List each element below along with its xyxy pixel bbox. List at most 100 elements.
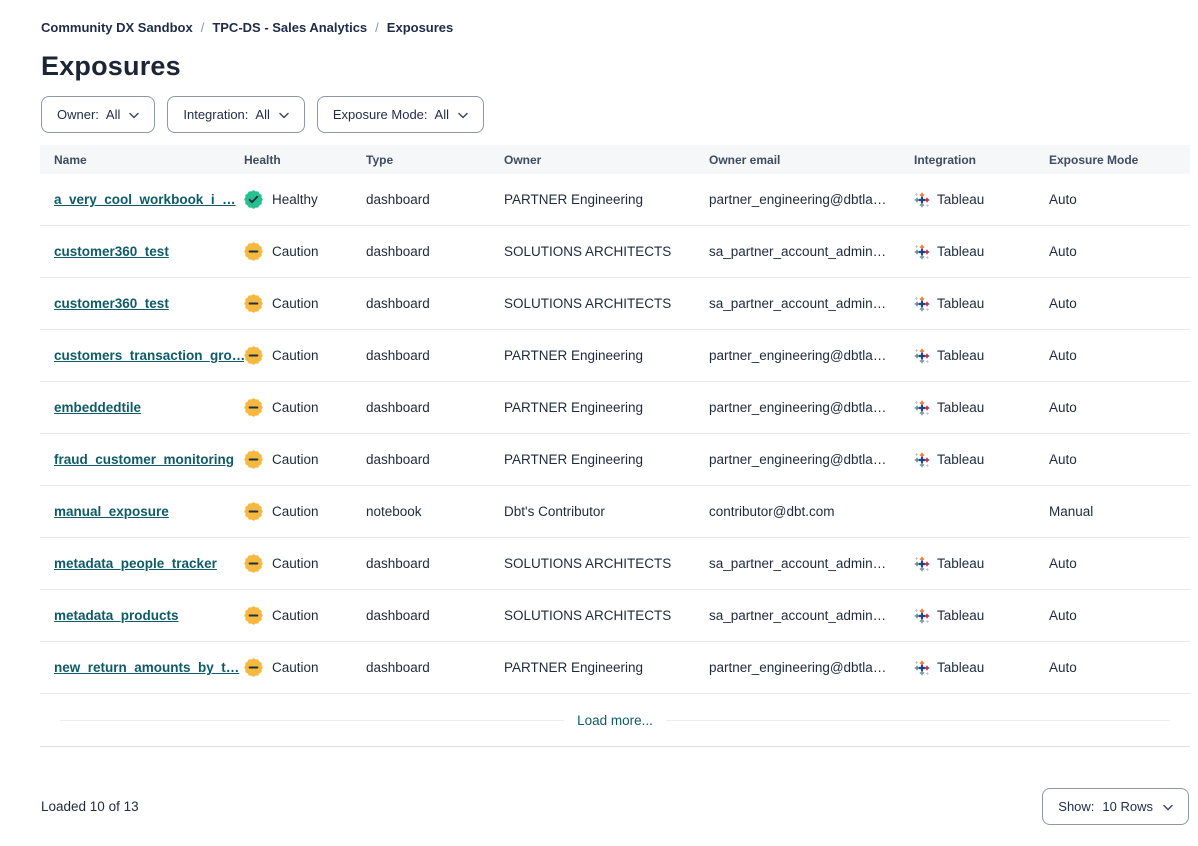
integration-filter-dropdown[interactable]: Integration: All [167, 96, 305, 133]
integration-cell: Tableau [914, 556, 1049, 572]
table-row: customer360_test Caution dashboardSOLUTION… [40, 226, 1190, 278]
owner-email-cell: sa_partner_account_admin… [709, 296, 914, 311]
health-cell: Caution [244, 398, 366, 417]
health-cell: Caution [244, 294, 366, 313]
breadcrumb: Community DX Sandbox / TPC-DS - Sales An… [41, 20, 1158, 35]
integration-label: Tableau [937, 608, 984, 623]
caution-minus-seal-icon [244, 450, 263, 469]
show-rows-dropdown[interactable]: Show: 10 Rows [1042, 788, 1189, 825]
column-header-integration: Integration [914, 153, 1049, 167]
exposure-name-link[interactable]: new_return_amounts_by_t… [54, 660, 239, 675]
show-label: Show: [1058, 799, 1094, 814]
exposure-name-link[interactable]: embeddedtile [54, 400, 141, 415]
integration-label: Tableau [937, 192, 984, 207]
health-cell: Caution [244, 450, 366, 469]
breadcrumb-package[interactable]: TPC-DS - Sales Analytics [212, 20, 367, 35]
tableau-logo-icon [914, 244, 930, 260]
health-label: Caution [272, 556, 319, 571]
breadcrumb-project[interactable]: Community DX Sandbox [41, 20, 193, 35]
exposure-name-link[interactable]: customers_transaction_gro… [54, 348, 244, 363]
owner-cell: PARTNER Engineering [504, 192, 709, 207]
tableau-logo-icon [914, 660, 930, 676]
caution-minus-seal-icon [244, 242, 263, 261]
caution-minus-seal-icon [244, 346, 263, 365]
exposure-name-link[interactable]: metadata_products [54, 608, 179, 623]
table-row: embeddedtile Caution dashboardPARTNER Engi… [40, 382, 1190, 434]
exposure-mode-cell: Auto [1049, 296, 1190, 311]
owner-cell: PARTNER Engineering [504, 400, 709, 415]
owner-filter-dropdown[interactable]: Owner: All [41, 96, 155, 133]
integration-cell: Tableau [914, 348, 1049, 364]
chevron-down-icon [1163, 799, 1173, 814]
exposure-name-link[interactable]: customer360_test [54, 296, 169, 311]
type-cell: dashboard [366, 660, 504, 675]
exposures-table: Name Health Type Owner Owner email Integ… [0, 145, 1198, 747]
integration-label: Tableau [937, 452, 984, 467]
integration-label: Tableau [937, 348, 984, 363]
caution-minus-seal-icon [244, 554, 263, 573]
exposure-name-link[interactable]: manual_exposure [54, 504, 169, 519]
table-row: a_very_cool_workbook_i_…Healthydashboard… [40, 174, 1190, 226]
exposure-name-link[interactable]: fraud_customer_monitoring [54, 452, 234, 467]
table-row: customers_transaction_gro…Cautiondashboa… [40, 330, 1190, 382]
type-cell: dashboard [366, 452, 504, 467]
chevron-down-icon [129, 107, 139, 122]
table-row: manual_exposureCautionnotebookDbt's Cont… [40, 486, 1190, 538]
type-cell: dashboard [366, 400, 504, 415]
exposure-name-link[interactable]: customer360_test [54, 244, 169, 259]
exposure-mode-cell: Auto [1049, 348, 1190, 363]
chevron-down-icon [279, 107, 289, 122]
show-value: 10 Rows [1102, 799, 1153, 814]
integration-label: Tableau [937, 296, 984, 311]
tableau-logo-icon [914, 452, 930, 468]
integration-cell: Tableau [914, 296, 1049, 312]
owner-email-cell: partner_engineering@dbtla… [709, 348, 914, 363]
health-cell: Caution [244, 606, 366, 625]
caution-minus-seal-icon [244, 606, 263, 625]
filter-value: All [106, 107, 120, 122]
owner-cell: SOLUTIONS ARCHITECTS [504, 244, 709, 259]
type-cell: dashboard [366, 244, 504, 259]
owner-cell: SOLUTIONS ARCHITECTS [504, 296, 709, 311]
owner-cell: PARTNER Engineering [504, 452, 709, 467]
owner-cell: PARTNER Engineering [504, 348, 709, 363]
type-cell: dashboard [366, 348, 504, 363]
filter-label: Exposure Mode: [333, 107, 428, 122]
column-header-owner-email: Owner email [709, 153, 914, 167]
exposure-mode-cell: Auto [1049, 608, 1190, 623]
type-cell: dashboard [366, 556, 504, 571]
integration-label: Tableau [937, 660, 984, 675]
tableau-logo-icon [914, 348, 930, 364]
type-cell: notebook [366, 504, 504, 519]
filter-label: Integration: [183, 107, 248, 122]
health-label: Caution [272, 400, 319, 415]
caution-minus-seal-icon [244, 398, 263, 417]
tableau-logo-icon [914, 192, 930, 208]
pagination-footer: Loaded 10 of 13 Show: 10 Rows [41, 788, 1189, 825]
column-header-owner: Owner [504, 153, 709, 167]
health-cell: Caution [244, 346, 366, 365]
owner-cell: SOLUTIONS ARCHITECTS [504, 608, 709, 623]
integration-cell: Tableau [914, 660, 1049, 676]
breadcrumb-separator: / [375, 20, 379, 35]
exposure-name-link[interactable]: metadata_people_tracker [54, 556, 217, 571]
tableau-logo-icon [914, 608, 930, 624]
exposure-mode-cell: Auto [1049, 192, 1190, 207]
exposure-name-link[interactable]: a_very_cool_workbook_i_… [54, 192, 236, 207]
caution-minus-seal-icon [244, 658, 263, 677]
integration-label: Tableau [937, 244, 984, 259]
page-title: Exposures [41, 51, 1158, 82]
table-row: fraud_customer_monitoring Caution dashboar… [40, 434, 1190, 486]
tableau-logo-icon [914, 296, 930, 312]
load-more-link[interactable]: Load more... [564, 713, 666, 728]
exposure-mode-cell: Auto [1049, 452, 1190, 467]
caution-minus-seal-icon [244, 502, 263, 521]
exposure-mode-filter-dropdown[interactable]: Exposure Mode: All [317, 96, 484, 133]
integration-cell: Tableau [914, 400, 1049, 416]
health-label: Caution [272, 244, 319, 259]
integration-label: Tableau [937, 400, 984, 415]
caution-minus-seal-icon [244, 294, 263, 313]
column-header-exposure-mode: Exposure Mode [1049, 153, 1190, 167]
owner-email-cell: contributor@dbt.com [709, 504, 914, 519]
health-label: Caution [272, 452, 319, 467]
